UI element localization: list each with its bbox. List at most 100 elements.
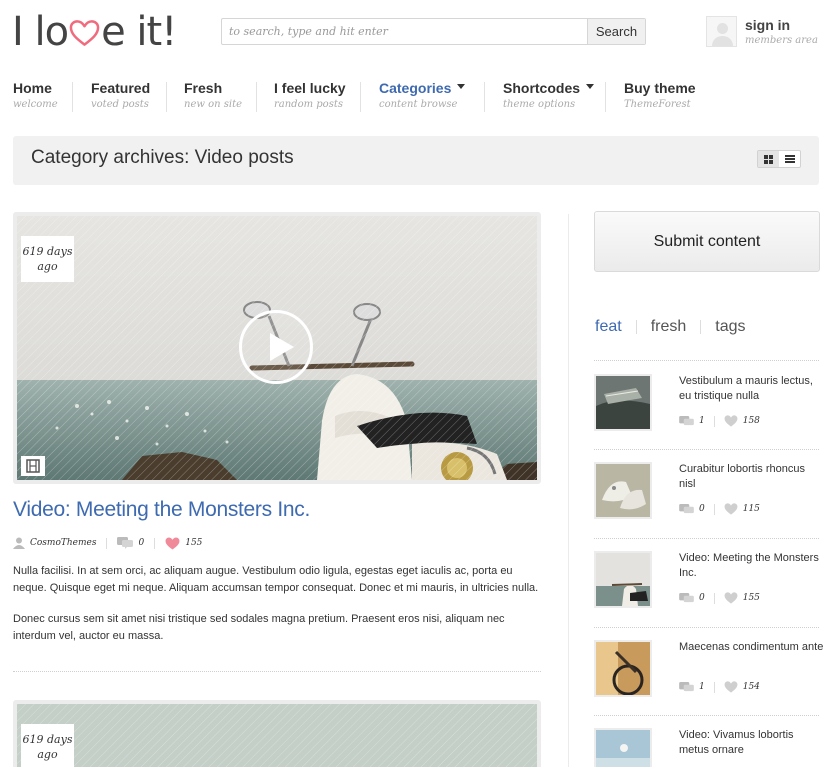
- comment-count: 0: [699, 593, 705, 603]
- nav-sublabel: ThemeForest: [624, 99, 691, 110]
- nav-sublabel: random posts: [274, 99, 343, 110]
- post-featured-video[interactable]: 619 days ago: [13, 212, 541, 484]
- post-divider: [13, 671, 541, 672]
- sidebar-post-stats: 0 115: [679, 502, 760, 516]
- post-thumbnail[interactable]: [594, 551, 652, 608]
- like-count: 115: [742, 504, 760, 514]
- heart-icon[interactable]: [724, 503, 738, 515]
- column-divider: [568, 214, 569, 767]
- nav-item-lucky[interactable]: I feel lucky random posts: [274, 78, 346, 114]
- nav-label: Featured: [91, 80, 151, 96]
- nav-divider: [166, 82, 167, 112]
- avatar[interactable]: [706, 16, 737, 47]
- sidebar-post-item[interactable]: Maecenas condimentum ante 1 154: [594, 640, 824, 700]
- search-input[interactable]: [222, 19, 587, 44]
- nav-divider: [484, 82, 485, 112]
- post-thumbnail[interactable]: [594, 462, 652, 519]
- heart-icon[interactable]: [165, 536, 180, 550]
- nav-divider: [605, 82, 606, 112]
- nav-item-shortcodes[interactable]: Shortcodes theme options: [503, 78, 595, 114]
- sidebar-divider: [594, 360, 819, 361]
- post-thumbnail[interactable]: [594, 374, 652, 431]
- heart-logo-icon: [69, 20, 100, 46]
- sidebar-post-item[interactable]: Video: Vivamus lobortis metus ornare: [594, 728, 824, 767]
- grid-icon: [764, 154, 773, 164]
- post-video-card[interactable]: 619 days ago: [13, 700, 541, 767]
- signin-area[interactable]: sign in members area: [706, 16, 818, 48]
- signin-link[interactable]: sign in: [745, 16, 818, 34]
- nav-sublabel: voted posts: [91, 99, 149, 110]
- nav-item-buy-theme[interactable]: Buy theme ThemeForest: [624, 78, 696, 114]
- post-thumbnail[interactable]: [594, 728, 652, 767]
- tab-fresh[interactable]: fresh: [651, 318, 687, 336]
- nav-label: Buy theme: [624, 80, 696, 96]
- like-count: 155: [742, 593, 760, 603]
- tab-feat[interactable]: feat: [595, 318, 622, 336]
- nav-sublabel: new on site: [184, 99, 243, 110]
- list-icon: [784, 155, 795, 163]
- heart-icon[interactable]: [724, 592, 738, 604]
- post-excerpt: Donec cursus sem sit amet nisi tristique…: [13, 613, 505, 642]
- nav-sublabel: content browse: [379, 99, 458, 110]
- sidebar-post-item[interactable]: Curabitur lobortis rhoncus nisl 0 115: [594, 462, 824, 522]
- search-form: Search: [221, 18, 646, 45]
- user-icon: [13, 537, 25, 549]
- sidebar-divider: [594, 627, 819, 628]
- like-count: 154: [742, 682, 760, 692]
- nav-divider: [360, 82, 361, 112]
- tab-tags[interactable]: tags: [715, 318, 745, 336]
- list-view-button[interactable]: [779, 151, 800, 167]
- sidebar-post-title[interactable]: Maecenas condimentum ante: [679, 640, 824, 655]
- caret-down-icon: [457, 84, 466, 89]
- post-author[interactable]: CosmoThemes: [30, 538, 96, 548]
- nav-item-home[interactable]: Home welcome: [13, 78, 58, 114]
- post-thumbnail[interactable]: [594, 640, 652, 697]
- sidebar-post-stats: 0 155: [679, 591, 760, 605]
- submit-content-button[interactable]: Submit content: [594, 211, 820, 272]
- sidebar-post-title[interactable]: Video: Vivamus lobortis metus ornare: [679, 728, 824, 758]
- like-count: 158: [742, 416, 760, 426]
- heart-icon[interactable]: [724, 681, 738, 693]
- like-count: 155: [185, 538, 203, 548]
- sidebar-post-item[interactable]: Video: Meeting the Monsters Inc. 0 155: [594, 551, 824, 611]
- sidebar-post-title[interactable]: Curabitur lobortis rhoncus nisl: [679, 462, 824, 492]
- comment-icon: [679, 503, 694, 513]
- video-thumbnail: [17, 704, 537, 767]
- play-icon[interactable]: [239, 310, 313, 384]
- comment-icon: [679, 681, 694, 691]
- comment-icon: [679, 592, 694, 602]
- nav-label: Categories: [379, 78, 466, 98]
- nav-divider: [256, 82, 257, 112]
- archive-header: Category archives: Video posts: [13, 136, 819, 185]
- sidebar-divider: [594, 449, 819, 450]
- post-date-badge: 619 days ago: [21, 236, 74, 282]
- comment-count: 1: [699, 416, 705, 426]
- post-title-link[interactable]: Video: Meeting the Monsters Inc.: [13, 496, 310, 524]
- comment-count[interactable]: 0: [138, 538, 144, 548]
- grid-view-button[interactable]: [758, 151, 779, 167]
- sidebar-post-stats: 1 158: [679, 414, 760, 428]
- comment-icon: [679, 415, 694, 425]
- nav-sublabel: welcome: [13, 99, 58, 110]
- sidebar-divider: [594, 715, 819, 716]
- heart-icon[interactable]: [724, 415, 738, 427]
- page-title: Category archives: Video posts: [31, 147, 294, 168]
- nav-label: Home: [13, 80, 52, 96]
- nav-item-featured[interactable]: Featured voted posts: [91, 78, 150, 114]
- sidebar-post-item[interactable]: Vestibulum a mauris lectus, eu tristique…: [594, 374, 824, 434]
- sidebar-tabs: feat fresh tags: [595, 317, 746, 337]
- site-logo[interactable]: I lo e it!: [12, 6, 177, 58]
- sidebar-post-title[interactable]: Vestibulum a mauris lectus, eu tristique…: [679, 374, 824, 404]
- caret-down-icon: [586, 84, 595, 89]
- post-meta: CosmoThemes 0 155: [13, 534, 202, 552]
- film-icon: [21, 456, 45, 476]
- nav-label: Fresh: [184, 80, 223, 96]
- nav-item-categories[interactable]: Categories content browse: [379, 78, 466, 114]
- view-toggle: [757, 150, 801, 168]
- signin-subtitle: members area: [745, 35, 818, 46]
- nav-item-fresh[interactable]: Fresh new on site: [184, 78, 242, 114]
- nav-sublabel: theme options: [503, 99, 576, 110]
- sidebar-post-title[interactable]: Video: Meeting the Monsters Inc.: [679, 551, 824, 581]
- sidebar-post-stats: 1 154: [679, 680, 760, 694]
- search-button[interactable]: Search: [587, 19, 645, 44]
